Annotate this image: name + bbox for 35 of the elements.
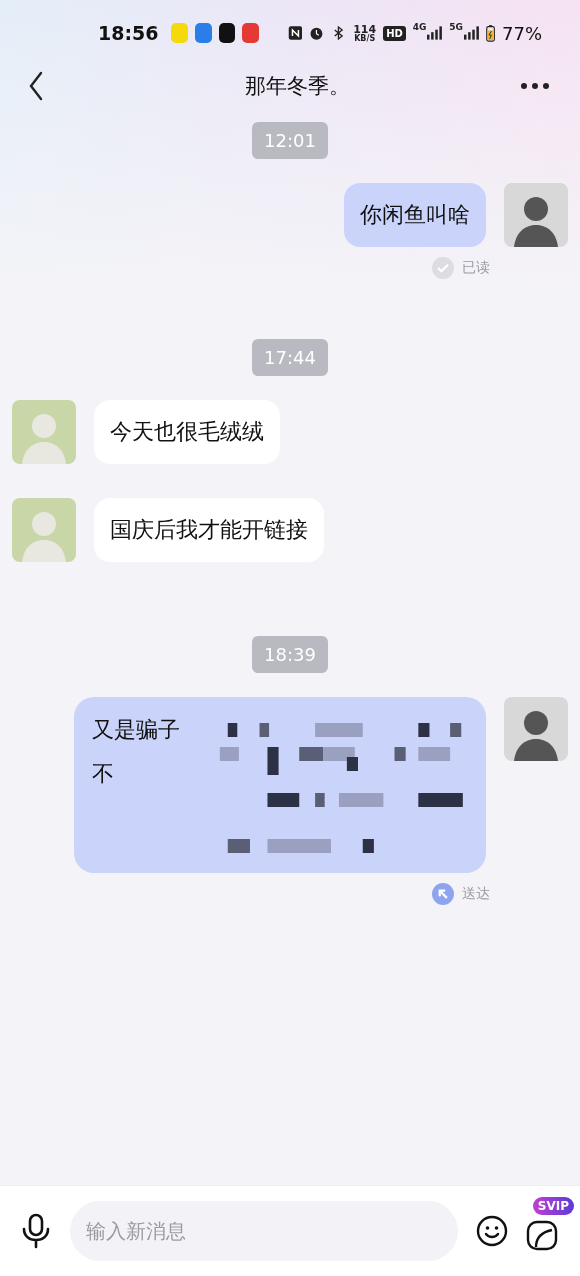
message-text: 国庆后我才能开链接	[110, 516, 308, 544]
message-input[interactable]: 输入新消息	[70, 1201, 458, 1261]
back-icon[interactable]	[28, 71, 44, 101]
sticker-icon[interactable]	[526, 1219, 558, 1251]
timestamp: 12:01	[252, 122, 328, 159]
network-label: 4G	[412, 22, 427, 32]
message-status: 送达	[462, 885, 490, 903]
status-time: 18:56	[98, 22, 159, 44]
message-text: 又是骗子	[92, 716, 180, 744]
network-label: 5G	[449, 22, 463, 32]
battery-icon	[485, 22, 495, 44]
speed-unit: KB/S	[354, 34, 376, 43]
smiley-icon[interactable]	[476, 1215, 508, 1247]
svip-badge: SVIP	[532, 1197, 574, 1215]
speed-value: 114	[353, 23, 377, 35]
message-text: 今天也很毛绒绒	[110, 418, 264, 446]
chat-title: 那年冬季。	[244, 73, 350, 100]
app-icon	[195, 23, 212, 43]
app-icon	[242, 23, 259, 43]
hd-badge: HD	[383, 25, 406, 41]
app-icon	[171, 23, 188, 43]
message-text: 不	[92, 760, 114, 788]
message-text: 你闲鱼叫啥	[360, 201, 470, 229]
signal-icon	[427, 25, 443, 41]
message-status: 已读	[462, 259, 490, 277]
avatar[interactable]	[504, 697, 568, 761]
more-icon[interactable]	[520, 82, 550, 90]
timestamp: 17:44	[252, 339, 328, 376]
app-icon	[218, 23, 236, 43]
nfc-icon	[287, 24, 303, 42]
avatar[interactable]	[504, 183, 568, 247]
timestamp: 18:39	[252, 636, 328, 673]
signal-icon	[464, 25, 479, 41]
microphone-icon[interactable]	[20, 1213, 52, 1249]
battery-level: 77%	[502, 22, 542, 44]
